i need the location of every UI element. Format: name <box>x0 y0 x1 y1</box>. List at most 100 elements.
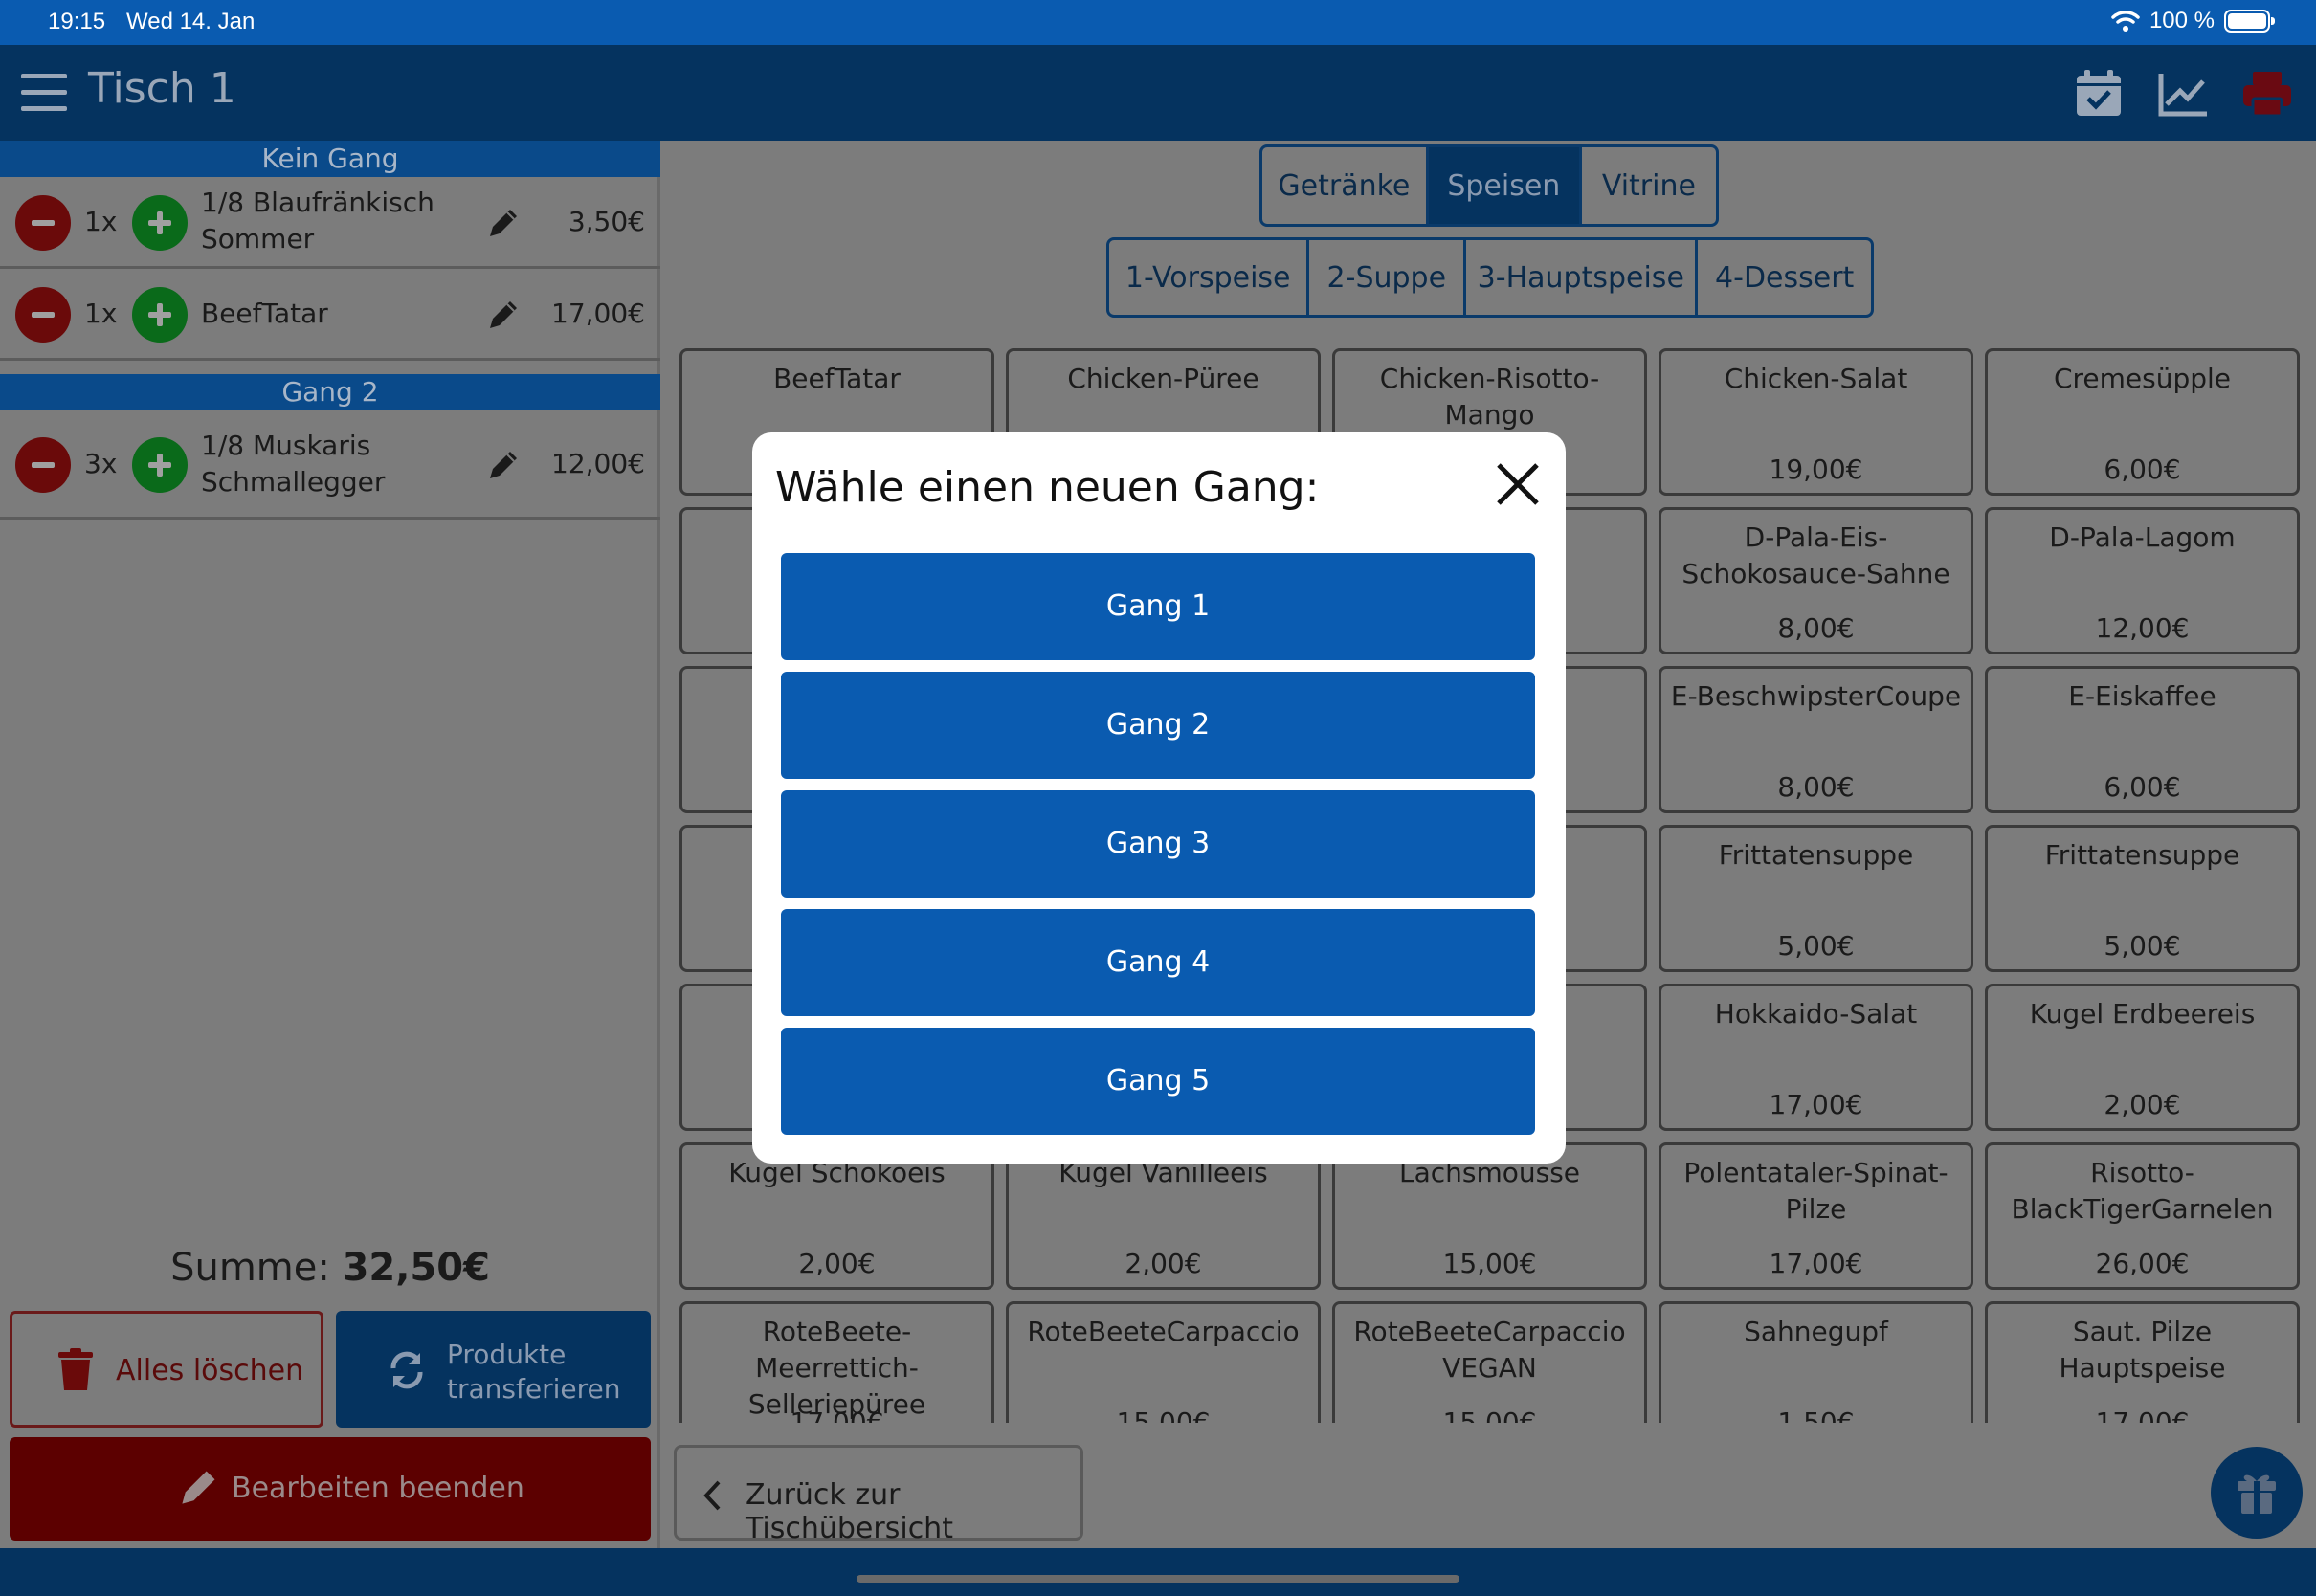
item-quantity: 1x <box>84 298 118 329</box>
item-price: 17,00€ <box>551 298 645 329</box>
product-tile[interactable]: Kugel Schokoeis 2,00€ <box>679 1142 994 1290</box>
product-price: 26,00€ <box>2095 1248 2190 1279</box>
product-price: 17,00€ <box>2095 1407 2190 1423</box>
course-header-gang-2[interactable]: Gang 2 <box>0 374 660 410</box>
chart-line-icon[interactable] <box>2155 66 2211 122</box>
sync-icon <box>390 1351 423 1389</box>
product-name: E-Eiskaffee <box>2068 680 2216 712</box>
product-tile[interactable]: D-Pala-Lagom 12,00€ <box>1985 507 2300 654</box>
course-option-2[interactable]: Gang 2 <box>781 672 1535 779</box>
battery-icon <box>2224 10 2275 33</box>
gift-button[interactable] <box>2211 1447 2303 1539</box>
clear-all-label: Alles löschen <box>116 1354 304 1387</box>
product-price: 2,00€ <box>2104 1089 2181 1120</box>
product-price: 15,00€ <box>1116 1407 1211 1423</box>
product-tile[interactable]: Lachsmousse 15,00€ <box>1332 1142 1647 1290</box>
product-price: 17,00€ <box>1769 1089 1863 1120</box>
pencil-icon[interactable] <box>484 446 523 484</box>
product-tile[interactable]: D-Pala-Eis-Schokosauce-Sahne 8,00€ <box>1659 507 1973 654</box>
course-option-3[interactable]: Gang 3 <box>781 790 1535 898</box>
gift-icon <box>2238 1474 2276 1514</box>
product-name: RoteBeeteCarpaccio <box>1027 1316 1300 1347</box>
status-date: Wed 14. Jan <box>126 9 256 34</box>
product-tile[interactable]: RoteBeeteCarpaccio 15,00€ <box>1006 1301 1321 1423</box>
calendar-check-icon[interactable] <box>2071 66 2127 122</box>
product-tile[interactable]: Kugel Vanilleeis 2,00€ <box>1006 1142 1321 1290</box>
product-name: Risotto-BlackTigerGarnelen <box>2011 1157 2274 1225</box>
product-tile[interactable]: Frittatensuppe 5,00€ <box>1659 825 1973 972</box>
product-tile[interactable]: RoteBeete-Meerrettich-Selleriepüree 17,00… <box>679 1301 994 1423</box>
increase-quantity-button[interactable] <box>132 287 188 343</box>
course-option-4[interactable]: Gang 4 <box>781 909 1535 1016</box>
printer-icon[interactable] <box>2239 66 2295 122</box>
item-price: 12,00€ <box>551 448 645 479</box>
item-name: BeefTatar <box>201 298 328 329</box>
order-item[interactable]: 1x BeefTatar 17,00€ <box>0 269 660 361</box>
product-price: 15,00€ <box>1442 1248 1537 1279</box>
product-name: Chicken-Risotto-Mango <box>1379 363 1600 431</box>
product-tile[interactable]: RoteBeeteCarpaccio VEGAN 15,00€ <box>1332 1301 1647 1423</box>
tab-getraenke[interactable]: Getränke <box>1262 147 1429 224</box>
item-name: 1/8 Muskaris Schmallegger <box>201 430 386 498</box>
close-icon[interactable] <box>1491 457 1545 511</box>
pencil-icon[interactable] <box>484 296 523 334</box>
pencil-icon <box>182 1471 215 1504</box>
product-tile[interactable]: Cremesüpple 6,00€ <box>1985 348 2300 496</box>
battery-percent: 100 % <box>2149 8 2215 33</box>
bottom-bar <box>0 1548 2316 1596</box>
item-price: 3,50€ <box>568 206 645 237</box>
product-price: 15,00€ <box>1442 1407 1537 1423</box>
increase-quantity-button[interactable] <box>132 437 188 493</box>
product-tile[interactable]: Saut. Pilze Hauptspeise 17,00€ <box>1985 1301 2300 1423</box>
course-header-kein-gang[interactable]: Kein Gang <box>0 141 660 177</box>
chevron-left-icon <box>703 1480 721 1511</box>
product-name: Saut. Pilze Hauptspeise <box>2059 1316 2226 1384</box>
product-price: 8,00€ <box>1777 771 1855 803</box>
tab-vitrine[interactable]: Vitrine <box>1582 147 1716 224</box>
item-quantity: 3x <box>84 448 118 479</box>
category-tabs: Getränke Speisen Vitrine <box>1259 144 1719 227</box>
course-filter-tabs: 1-Vorspeise 2-Suppe 3-Hauptspeise 4-Dess… <box>1106 237 1874 318</box>
finish-editing-button[interactable]: Bearbeiten beenden <box>10 1437 651 1541</box>
increase-quantity-button[interactable] <box>132 195 188 251</box>
decrease-quantity-button[interactable] <box>15 287 71 343</box>
product-price: 2,00€ <box>1125 1248 1202 1279</box>
product-price: 2,00€ <box>798 1248 876 1279</box>
order-item[interactable]: 1x 1/8 Blaufränkisch Sommer 3,50€ <box>0 177 660 269</box>
product-name: Cremesüpple <box>2053 363 2232 394</box>
product-price: 19,00€ <box>1769 454 1863 485</box>
product-name: Frittatensuppe <box>1718 839 1914 871</box>
tab-dessert[interactable]: 4-Dessert <box>1698 240 1871 315</box>
product-price: 17,00€ <box>790 1407 884 1423</box>
tab-speisen[interactable]: Speisen <box>1428 147 1582 224</box>
product-name: Frittatensuppe <box>2044 839 2240 871</box>
total-label: Summe: <box>170 1246 330 1290</box>
clear-all-button[interactable]: Alles löschen <box>10 1311 323 1428</box>
back-to-tables-button[interactable]: Zurück zur Tischübersicht <box>674 1445 1083 1545</box>
product-tile[interactable]: E-Eiskaffee 6,00€ <box>1985 666 2300 813</box>
product-tile[interactable]: Kugel Erdbeereis 2,00€ <box>1985 984 2300 1131</box>
product-tile[interactable]: Hokkaido-Salat 17,00€ <box>1659 984 1973 1131</box>
product-price: 17,00€ <box>1769 1248 1863 1279</box>
decrease-quantity-button[interactable] <box>15 437 71 493</box>
course-option-1[interactable]: Gang 1 <box>781 553 1535 660</box>
product-tile[interactable]: Risotto-BlackTigerGarnelen 26,00€ <box>1985 1142 2300 1290</box>
product-tile[interactable]: Chicken-Salat 19,00€ <box>1659 348 1973 496</box>
product-tile[interactable]: Polentataler-Spinat-Pilze 17,00€ <box>1659 1142 1973 1290</box>
product-price: 5,00€ <box>1777 930 1855 962</box>
product-tile[interactable]: Sahnegupf 1,50€ <box>1659 1301 1973 1423</box>
product-name: Polentataler-Spinat-Pilze <box>1683 1157 1949 1225</box>
order-item[interactable]: 3x 1/8 Muskaris Schmallegger 12,00€ <box>0 410 660 520</box>
home-indicator[interactable] <box>857 1575 1459 1583</box>
product-tile[interactable]: E-BeschwipsterCoupe 8,00€ <box>1659 666 1973 813</box>
tab-vorspeise[interactable]: 1-Vorspeise <box>1109 240 1310 315</box>
decrease-quantity-button[interactable] <box>15 195 71 251</box>
product-price: 6,00€ <box>2104 454 2181 485</box>
hamburger-menu-icon[interactable] <box>21 74 67 112</box>
product-tile[interactable]: Frittatensuppe 5,00€ <box>1985 825 2300 972</box>
course-option-5[interactable]: Gang 5 <box>781 1028 1535 1135</box>
tab-suppe[interactable]: 2-Suppe <box>1309 240 1467 315</box>
tab-hauptspeise[interactable]: 3-Hauptspeise <box>1466 240 1699 315</box>
pencil-icon[interactable] <box>484 204 523 242</box>
transfer-products-button[interactable]: Produkte transferieren <box>336 1311 651 1428</box>
